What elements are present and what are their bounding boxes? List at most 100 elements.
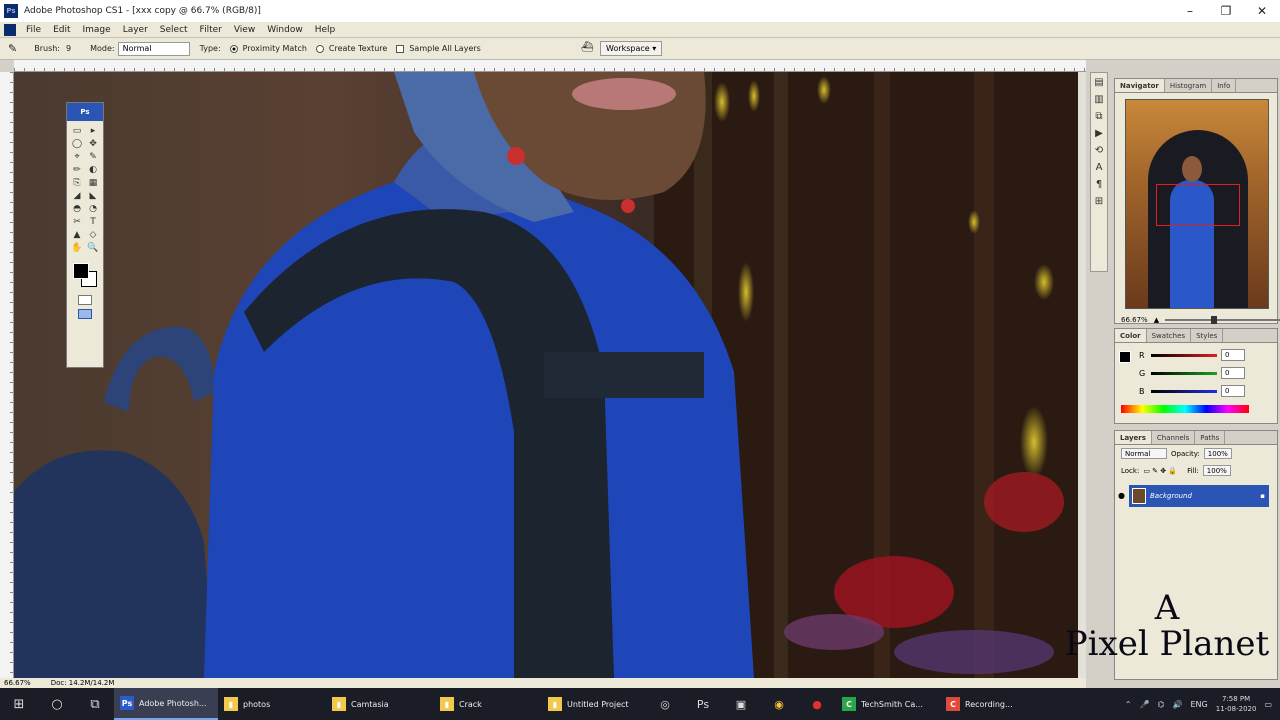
navigator-view-box[interactable] [1156,184,1240,226]
taskbar-app[interactable]: C Recording... [940,688,1040,720]
menu-image[interactable]: Image [77,25,117,35]
menu-help[interactable]: Help [309,25,342,35]
sample-all-checkbox[interactable] [396,44,405,53]
tools-header[interactable]: Ps [67,103,103,121]
proximity-radio[interactable] [229,44,238,53]
menu-select[interactable]: Select [154,25,194,35]
history-brush-tool-icon[interactable]: ▦ [86,177,100,188]
menu-file[interactable]: File [20,25,47,35]
tab-navigator[interactable]: Navigator [1115,79,1165,92]
zoom-tool-icon[interactable]: 🔍 [86,242,100,253]
brush-size[interactable]: 9 [66,44,71,53]
workspace-button[interactable]: Workspace ▾ [600,41,663,56]
zoom-slider-knob[interactable] [1210,316,1217,324]
brush-tool-icon[interactable]: ◐ [86,164,100,175]
channel-g-slider[interactable] [1151,371,1217,375]
layer-name[interactable]: Background [1150,492,1192,500]
chrome-icon[interactable]: ◉ [760,688,798,720]
texture-radio[interactable] [315,44,324,53]
paragraph-icon[interactable]: ¶ [1096,179,1102,190]
tab-swatches[interactable]: Swatches [1147,329,1192,342]
actions-icon[interactable]: ▶ [1095,128,1103,139]
zoom-out-icon[interactable]: ▲ [1154,316,1159,324]
menu-window[interactable]: Window [261,25,309,35]
navigator-thumbnail[interactable] [1125,99,1269,309]
photoshop-pinned-icon[interactable]: Ps [684,688,722,720]
info-icon[interactable]: ⊞ [1095,196,1103,207]
menu-filter[interactable]: Filter [194,25,228,35]
tab-info[interactable]: Info [1212,79,1237,92]
pen-tool-icon[interactable]: ▲ [70,229,84,240]
fill-input[interactable]: 100% [1202,465,1231,476]
channel-g-value[interactable]: 0 [1221,367,1245,379]
history-icon[interactable]: ⟲ [1095,145,1103,156]
channel-r-slider[interactable] [1151,353,1217,357]
healing-brush-icon[interactable]: ✎ [8,42,17,55]
magic-wand-tool-icon[interactable]: ✥ [86,138,100,149]
blur-tool-icon[interactable]: ◓ [70,203,84,214]
layer-row-background[interactable]: Background ▪ [1129,485,1269,507]
tab-histogram[interactable]: Histogram [1165,79,1213,92]
mode-select[interactable]: Normal [117,41,190,56]
eraser-tool-icon[interactable]: ◢ [70,190,84,201]
blend-mode-select[interactable]: Normal [1121,448,1167,459]
type-tool-icon[interactable]: T [86,216,100,227]
clone-stamp-tool-icon[interactable]: ⎘ [70,177,84,188]
slice-tool-icon[interactable]: ✎ [86,151,100,162]
language-indicator[interactable]: ENG [1191,700,1208,709]
channel-b-value[interactable]: 0 [1221,385,1245,397]
gradient-tool-icon[interactable]: ◣ [86,190,100,201]
microphone-icon[interactable]: 🎤 [1140,700,1150,709]
crop-tool-icon[interactable]: ⌖ [70,151,84,162]
path-selection-tool-icon[interactable]: ✂ [70,216,84,227]
layer-comps-icon[interactable]: ⧉ [1095,111,1102,122]
notification-icon[interactable]: ▭ [1264,700,1272,709]
record-icon[interactable]: ● [798,688,836,720]
navigator-zoom-value[interactable]: 66.67% [1121,316,1148,324]
taskbar-app[interactable]: ▮ Crack [434,688,542,720]
menu-edit[interactable]: Edit [47,25,76,35]
channel-r-value[interactable]: 0 [1221,349,1245,361]
restore-button[interactable]: ❐ [1208,0,1244,22]
foreground-color-swatch[interactable] [73,263,89,279]
quick-mask-icon[interactable] [78,295,92,305]
tab-styles[interactable]: Styles [1191,329,1224,342]
clock[interactable]: 7:58 PM 11-08-2020 [1216,694,1257,714]
vertical-scrollbar[interactable] [1078,72,1086,678]
brushes-icon[interactable]: ▤ [1094,77,1103,88]
image-canvas[interactable] [14,72,1078,678]
lock-icon[interactable]: ▭ ✎ ✥ 🔒 [1143,467,1177,475]
network-icon[interactable]: ⌬ [1158,700,1165,709]
tab-color[interactable]: Color [1115,329,1147,342]
task-view-icon[interactable]: ⧉ [76,688,114,720]
search-icon[interactable]: ○ [38,688,76,720]
start-windows-icon[interactable]: ⊞ [0,688,38,720]
camera-icon[interactable]: ◎ [646,688,684,720]
healing-brush-tool-icon[interactable]: ✏ [70,164,84,175]
lasso-tool-icon[interactable]: ◯ [70,138,84,149]
volume-icon[interactable]: 🔊 [1173,700,1183,709]
close-button[interactable]: ✕ [1244,0,1280,22]
screen-mode-icon[interactable] [78,309,92,319]
screen-capture-icon[interactable]: ▣ [722,688,760,720]
color-fg-swatch[interactable] [1119,351,1131,363]
taskbar-app[interactable]: ▮ Untitled Project [542,688,646,720]
taskbar-app[interactable]: ▮ Camtasia [326,688,434,720]
tab-channels[interactable]: Channels [1152,431,1196,444]
tab-layers[interactable]: Layers [1115,431,1152,444]
color-spectrum[interactable] [1121,405,1249,413]
palette-well-icon[interactable]: ⛴ [581,42,594,53]
menu-view[interactable]: View [228,25,261,35]
character-icon[interactable]: A [1096,162,1103,173]
zoom-slider[interactable] [1165,316,1280,324]
taskbar-app[interactable]: ▮ photos [218,688,326,720]
dodge-tool-icon[interactable]: ◔ [86,203,100,214]
document-icon[interactable] [4,23,16,36]
taskbar-app[interactable]: Ps Adobe Photosh... [114,688,218,720]
opacity-input[interactable]: 100% [1203,448,1232,459]
menu-layer[interactable]: Layer [117,25,154,35]
status-zoom[interactable]: 66.67% [4,679,31,687]
move-tool-icon[interactable]: ▸ [86,125,100,136]
marquee-tool-icon[interactable]: ▭ [70,125,84,136]
tab-paths[interactable]: Paths [1195,431,1226,444]
